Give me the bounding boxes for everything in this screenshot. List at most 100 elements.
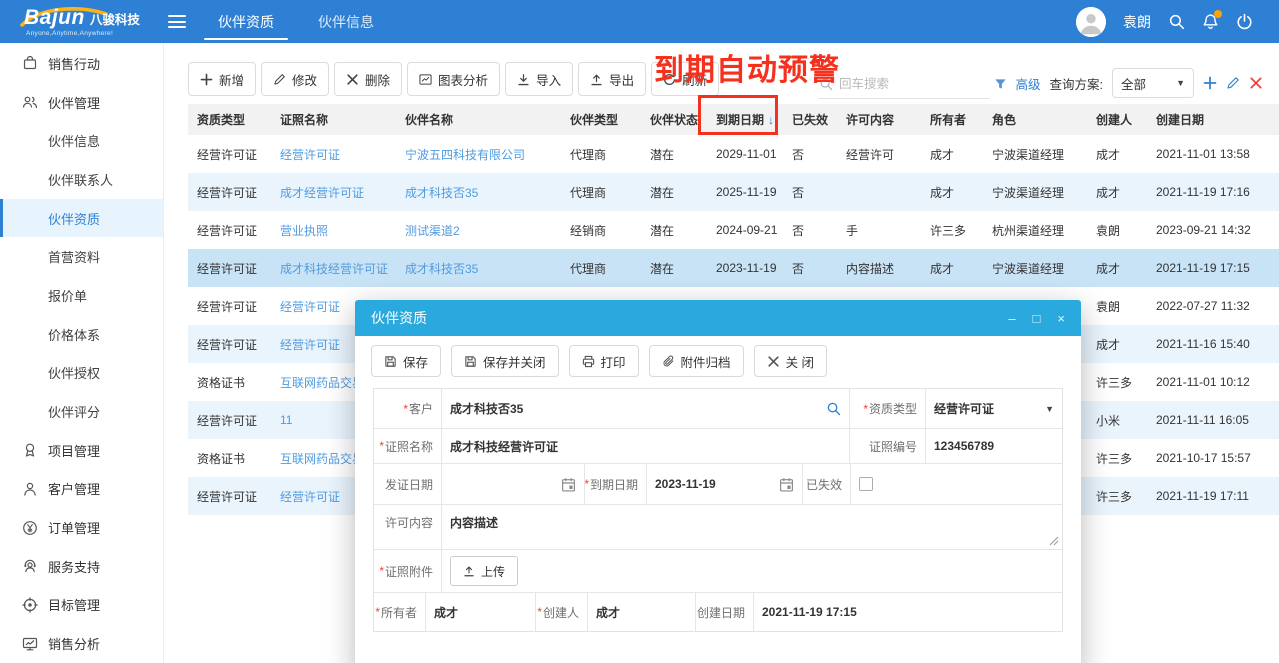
add-scheme-icon[interactable] [1203, 76, 1217, 90]
toolbar-button-label: 新增 [219, 70, 244, 89]
sidebar-item[interactable]: 客户管理 [0, 470, 163, 509]
table-cell: 潜在 [641, 222, 707, 239]
owner-field[interactable]: 成才 [426, 593, 536, 631]
expire-date-field[interactable]: 2023-11-19 [647, 464, 803, 504]
cell-link[interactable]: 经营许可证 [271, 146, 396, 163]
search-icon[interactable] [1168, 13, 1185, 30]
power-icon[interactable] [1236, 13, 1253, 30]
column-header[interactable]: 所有者 [921, 111, 983, 128]
dialog-titlebar[interactable]: 伙伴资质 – □ × [355, 300, 1081, 336]
sidebar-item[interactable]: 伙伴资质 [0, 199, 163, 238]
bell-icon[interactable] [1202, 13, 1219, 30]
sidebar-item[interactable]: 项目管理 [0, 431, 163, 470]
cert-name-field[interactable]: 成才科技经营许可证 [442, 429, 850, 463]
table-row[interactable]: 经营许可证成才科技经营许可证成才科技否35代理商潜在2023-11-19否内容描… [188, 249, 1279, 287]
close-icon[interactable]: × [1057, 312, 1065, 325]
resize-handle-icon[interactable] [1049, 536, 1059, 546]
content-textarea[interactable]: 内容描述 [442, 505, 1062, 549]
avatar[interactable] [1076, 7, 1106, 37]
calendar-icon[interactable] [561, 477, 576, 492]
cell-link[interactable]: 成才科技否35 [396, 260, 561, 277]
annotation-highlight-box [698, 95, 778, 135]
sales-analysis-icon [22, 636, 38, 652]
delete-scheme-icon[interactable] [1249, 76, 1263, 90]
created-field[interactable]: 2021-11-19 17:15 [754, 593, 1062, 631]
column-header[interactable]: 创建人 [1087, 111, 1147, 128]
form-row: *证照附件 上传 [374, 550, 1062, 593]
upload-button[interactable]: 上传 [450, 556, 518, 586]
query-scheme-select[interactable]: 全部 ▼ [1112, 68, 1194, 98]
sidebar-item[interactable]: 报价单 [0, 276, 163, 315]
edit-scheme-icon[interactable] [1226, 76, 1240, 90]
menu-toggle-icon[interactable] [168, 15, 186, 28]
invalid-checkbox[interactable] [859, 477, 873, 491]
dialog-toolbar-button[interactable]: 打印 [569, 345, 639, 377]
sidebar-item[interactable]: 伙伴信息 [0, 121, 163, 160]
toolbar-button[interactable]: 删除 [334, 62, 402, 96]
cell-link[interactable]: 测试渠道2 [396, 222, 561, 239]
issue-date-field[interactable] [442, 464, 585, 504]
sidebar-item[interactable]: 伙伴评分 [0, 392, 163, 431]
navbar-right: 袁朗 [1076, 7, 1279, 37]
dialog-toolbar-button[interactable]: 保存并关闭 [451, 345, 559, 377]
table-row[interactable]: 经营许可证营业执照测试渠道2经销商潜在2024-09-21否手许三多杭州渠道经理… [188, 211, 1279, 249]
qual-type-select[interactable]: 经营许可证 ▼ [926, 389, 1062, 428]
dialog-toolbar-button[interactable]: 保存 [371, 345, 441, 377]
toolbar-button[interactable]: 新增 [188, 62, 256, 96]
sidebar-item[interactable]: 价格体系 [0, 315, 163, 354]
cell-link[interactable]: 成才经营许可证 [271, 184, 396, 201]
sidebar-item[interactable]: 目标管理 [0, 586, 163, 625]
order-mgmt-icon [22, 520, 38, 536]
dialog-toolbar-button[interactable]: 附件归档 [649, 345, 744, 377]
sidebar-item-label: 项目管理 [48, 441, 100, 460]
column-header[interactable]: 证照名称 [271, 111, 396, 128]
form-row: *客户 成才科技否35 *资质类型 经营许可证 ▼ [374, 389, 1062, 429]
toolbar-button-label: 删除 [365, 70, 390, 89]
sidebar-item[interactable]: 订单管理 [0, 508, 163, 547]
column-header[interactable]: 伙伴名称 [396, 111, 561, 128]
sidebar-item[interactable]: 伙伴授权 [0, 354, 163, 393]
table-row[interactable]: 经营许可证经营许可证宁波五四科技有限公司代理商潜在2029-11-01否经营许可… [188, 135, 1279, 173]
nav-tab[interactable]: 伙伴资质 [196, 0, 296, 43]
creator-field[interactable]: 成才 [588, 593, 696, 631]
cell-link[interactable]: 成才科技经营许可证 [271, 260, 396, 277]
advanced-filter-link[interactable]: 高级 [1016, 74, 1041, 93]
user-name[interactable]: 袁朗 [1123, 12, 1151, 32]
cell-link[interactable]: 营业执照 [271, 222, 396, 239]
toolbar-button[interactable]: 导入 [505, 62, 573, 96]
printer-icon [582, 355, 595, 368]
calendar-icon[interactable] [779, 477, 794, 492]
sidebar-item[interactable]: 销售行动 [0, 44, 163, 83]
customer-mgmt-icon [22, 481, 38, 497]
sidebar-item-label: 报价单 [48, 286, 87, 305]
customer-field[interactable]: 成才科技否35 [442, 389, 850, 428]
cell-link[interactable]: 宁波五四科技有限公司 [396, 146, 561, 163]
table-cell: 成才 [921, 146, 983, 163]
table-row[interactable]: 经营许可证成才经营许可证成才科技否35代理商潜在2025-11-19否成才宁波渠… [188, 173, 1279, 211]
column-header[interactable]: 资质类型 [188, 111, 271, 128]
export-icon [590, 73, 603, 86]
minimize-icon[interactable]: – [1008, 312, 1015, 325]
column-header[interactable]: 角色 [983, 111, 1087, 128]
toolbar-button[interactable]: 导出 [578, 62, 646, 96]
lookup-search-icon[interactable] [826, 401, 841, 416]
column-header[interactable]: 伙伴类型 [561, 111, 641, 128]
sidebar-item[interactable]: 服务支持 [0, 547, 163, 586]
sidebar-item[interactable]: 伙伴管理 [0, 83, 163, 122]
column-header[interactable]: 已失效 [783, 111, 837, 128]
table-cell: 经营许可证 [188, 336, 271, 353]
sidebar-item[interactable]: 伙伴联系人 [0, 160, 163, 199]
sidebar-item[interactable]: 销售分析 [0, 624, 163, 663]
nav-tab[interactable]: 伙伴信息 [296, 0, 396, 43]
search-input[interactable] [839, 77, 969, 91]
cert-no-field[interactable]: 123456789 [926, 429, 1062, 463]
column-header[interactable]: 许可内容 [837, 111, 921, 128]
dialog-toolbar-button[interactable]: 关 闭 [754, 345, 827, 377]
toolbar-button[interactable]: 修改 [261, 62, 329, 96]
maximize-icon[interactable]: □ [1033, 312, 1041, 325]
column-header[interactable]: 创建日期 [1147, 111, 1279, 128]
toolbar-button[interactable]: 图表分析 [407, 62, 500, 96]
filter-funnel-icon[interactable] [994, 77, 1007, 90]
cell-link[interactable]: 成才科技否35 [396, 184, 561, 201]
sidebar-item[interactable]: 首营资料 [0, 237, 163, 276]
